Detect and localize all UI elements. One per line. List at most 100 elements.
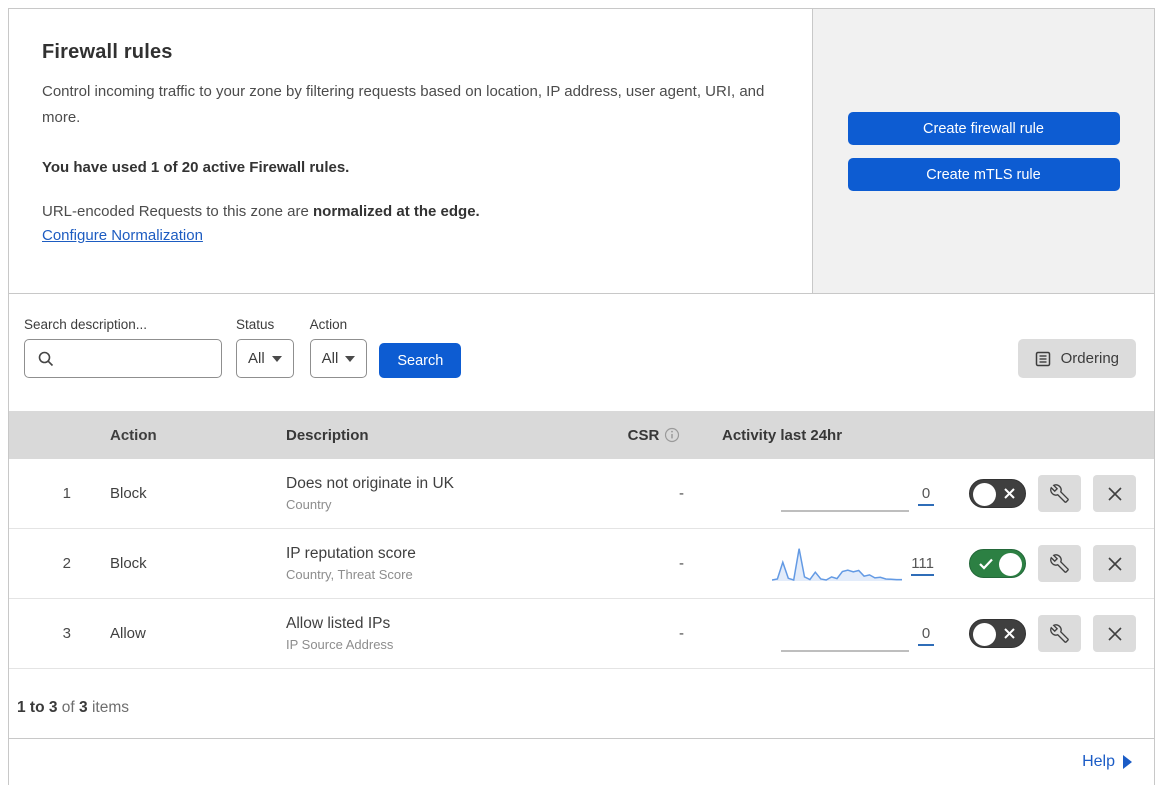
csr-column-header: CSR <box>589 427 719 444</box>
search-text-field[interactable] <box>63 340 218 377</box>
table-row: 2 Block IP reputation score Country, Thr… <box>9 529 1154 599</box>
rule-description-cell: Allow listed IPs IP Source Address <box>286 615 589 652</box>
info-icon[interactable] <box>664 427 680 443</box>
rule-description-cell: Does not originate in UK Country <box>286 475 589 512</box>
actions-panel: Create firewall rule Create mTLS rule <box>813 9 1154 293</box>
toggle-knob <box>973 483 996 506</box>
page-card: Firewall rules Control incoming traffic … <box>8 8 1155 785</box>
activity-count-link[interactable]: 111 <box>911 555 934 576</box>
action-dropdown-value: All <box>321 350 339 367</box>
close-icon <box>1107 486 1122 501</box>
rule-enabled-toggle[interactable] <box>969 479 1026 508</box>
activity-column-header: Activity last 24hr <box>722 426 843 444</box>
action-column-header: Action <box>110 426 157 444</box>
rule-priority: 1 <box>62 485 71 502</box>
normalization-prefix: URL-encoded Requests to this zone are <box>42 203 313 220</box>
intro-card: Firewall rules Control incoming traffic … <box>9 9 813 293</box>
search-input[interactable] <box>24 339 222 378</box>
edit-rule-button[interactable] <box>1038 545 1081 582</box>
rule-activity-cell: 0 <box>719 613 934 655</box>
activity-sparkline <box>779 613 909 655</box>
rule-csr: - <box>679 485 684 502</box>
pagination-summary: 1 to 3 of 3 items <box>9 669 1154 739</box>
chevron-down-icon <box>271 355 282 362</box>
rule-activity-cell: 111 <box>719 543 934 585</box>
rule-controls <box>934 545 1154 582</box>
close-icon <box>1107 626 1122 641</box>
csr-header-label: CSR <box>627 426 660 444</box>
activity-sparkline <box>779 473 909 515</box>
normalization-bold: normalized at the edge. <box>313 203 480 220</box>
create-firewall-rule-button[interactable]: Create firewall rule <box>847 112 1120 145</box>
rules-table: Action Description CSR Activity last 24h… <box>9 411 1154 669</box>
rule-description: Does not originate in UK <box>286 475 455 492</box>
close-icon <box>1107 556 1122 571</box>
table-header-row: Action Description CSR Activity last 24h… <box>9 411 1154 459</box>
delete-rule-button[interactable] <box>1093 475 1136 512</box>
activity-sparkline <box>772 543 903 585</box>
help-bar: Help <box>9 739 1154 785</box>
filter-bar: Search description... Status All Action <box>9 294 1154 411</box>
description-column-header: Description <box>286 426 369 444</box>
rule-description: Allow listed IPs <box>286 615 391 632</box>
page-description: Control incoming traffic to your zone by… <box>42 83 765 126</box>
list-document-icon <box>1035 351 1050 366</box>
edit-rule-button[interactable] <box>1038 475 1081 512</box>
status-dropdown-value: All <box>248 350 265 367</box>
rule-enabled-toggle[interactable] <box>969 549 1026 578</box>
delete-rule-button[interactable] <box>1093 615 1136 652</box>
rule-description: IP reputation score <box>286 545 416 562</box>
action-dropdown[interactable]: All <box>309 339 368 378</box>
wrench-icon <box>1050 484 1069 503</box>
edit-rule-button[interactable] <box>1038 615 1081 652</box>
rule-controls <box>934 615 1154 652</box>
of-text: of <box>57 699 80 716</box>
action-label: Action <box>309 317 348 332</box>
rule-enabled-toggle[interactable] <box>969 619 1026 648</box>
chevron-down-icon <box>345 355 356 362</box>
items-text: items <box>87 699 129 716</box>
status-label: Status <box>236 317 275 332</box>
ordering-button[interactable]: Ordering <box>1017 339 1136 378</box>
arrow-right-icon <box>1123 755 1132 769</box>
help-label: Help <box>1082 753 1115 770</box>
toggle-knob <box>973 623 996 646</box>
rule-csr: - <box>679 555 684 572</box>
rule-priority: 3 <box>62 625 71 642</box>
normalization-note: URL-encoded Requests to this zone are no… <box>42 203 772 220</box>
rule-action: Block <box>110 485 147 502</box>
rule-priority: 2 <box>62 555 71 572</box>
rule-action: Allow <box>110 625 146 642</box>
rule-action: Block <box>110 555 147 572</box>
rule-description-cell: IP reputation score Country, Threat Scor… <box>286 545 589 582</box>
magnifier-icon <box>38 351 54 367</box>
rule-csr: - <box>679 625 684 642</box>
search-group: Search description... <box>24 317 222 378</box>
delete-rule-button[interactable] <box>1093 545 1136 582</box>
activity-count-link[interactable]: 0 <box>918 485 934 506</box>
activity-count-link[interactable]: 0 <box>918 625 934 646</box>
wrench-icon <box>1050 554 1069 573</box>
configure-normalization-link[interactable]: Configure Normalization <box>42 227 203 244</box>
rule-controls <box>934 475 1154 512</box>
status-filter-group: Status All <box>236 317 294 378</box>
search-button[interactable]: Search <box>379 343 462 378</box>
usage-summary: You have used 1 of 20 active Firewall ru… <box>42 159 350 176</box>
table-row: 3 Allow Allow listed IPs IP Source Addre… <box>9 599 1154 669</box>
create-mtls-rule-button[interactable]: Create mTLS rule <box>847 158 1120 191</box>
range-text: 1 to 3 <box>17 699 58 716</box>
cross-icon <box>1004 488 1015 499</box>
header-section: Firewall rules Control incoming traffic … <box>9 9 1154 294</box>
help-link[interactable]: Help <box>1082 753 1132 771</box>
toggle-knob <box>999 553 1022 576</box>
wrench-icon <box>1050 624 1069 643</box>
search-label: Search description... <box>24 317 148 332</box>
status-dropdown[interactable]: All <box>236 339 294 378</box>
rule-fields: Country <box>286 497 332 512</box>
firewall-rules-page: Firewall rules Control incoming traffic … <box>0 0 1161 791</box>
rule-activity-cell: 0 <box>719 473 934 515</box>
rule-fields: IP Source Address <box>286 637 394 652</box>
rule-fields: Country, Threat Score <box>286 567 413 582</box>
action-filter-group: Action All <box>309 317 368 378</box>
check-icon <box>979 558 993 570</box>
